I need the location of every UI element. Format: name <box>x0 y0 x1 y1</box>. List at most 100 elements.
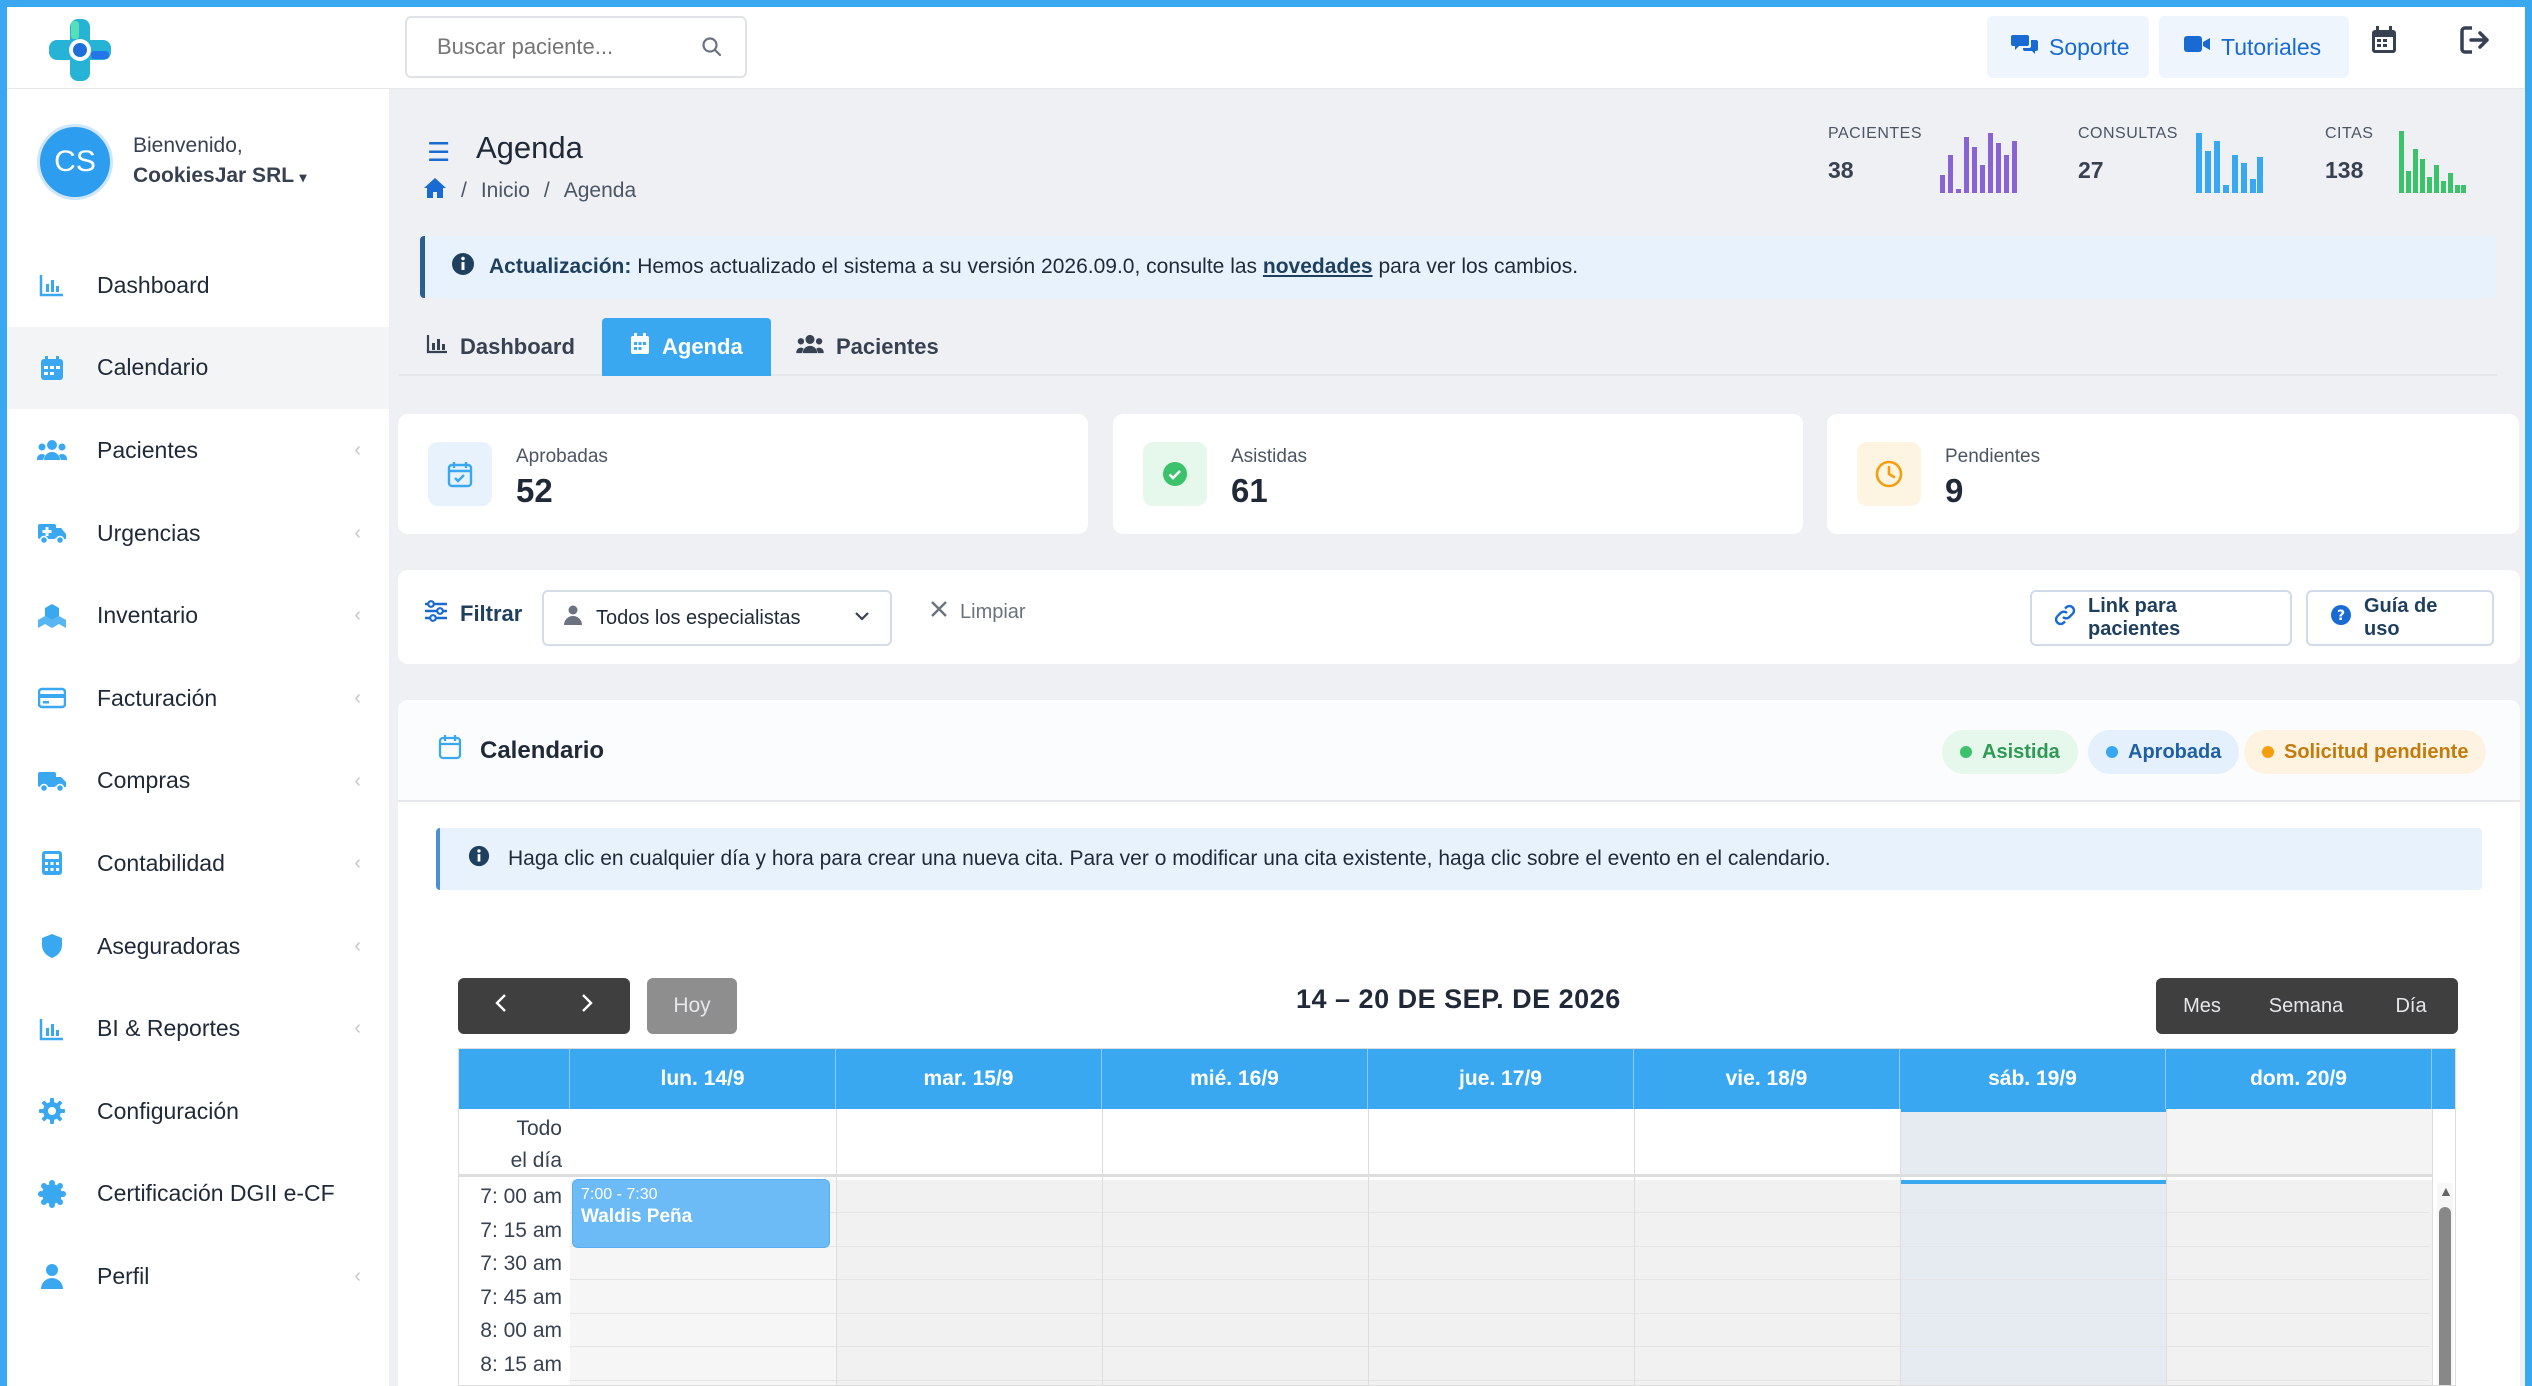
next-week-button[interactable] <box>544 978 630 1034</box>
time-grid-today[interactable] <box>1900 1180 2166 1385</box>
view-month-button[interactable]: Mes <box>2156 978 2248 1034</box>
view-day-button[interactable]: Día <box>2364 978 2458 1034</box>
calendar-event[interactable]: 7:00 - 7:30 Waldis Peña <box>573 1180 829 1247</box>
day-header[interactable]: mar. 15/9 <box>836 1049 1102 1109</box>
calendar-title: Calendario <box>438 734 604 767</box>
day-header[interactable]: jue. 17/9 <box>1368 1049 1634 1109</box>
time-labels: 7: 00 am 7: 15 am 7: 30 am 7: 45 am 8: 0… <box>459 1180 570 1381</box>
search-input[interactable] <box>407 18 677 76</box>
user-panel[interactable]: CS Bienvenido, CookiesJar SRL ▾ <box>37 124 377 204</box>
all-day-slot-weekend[interactable] <box>2166 1109 2432 1177</box>
chevron-down-icon <box>852 606 872 632</box>
novedades-link[interactable]: novedades <box>1263 255 1373 278</box>
breadcrumb-item-inicio[interactable]: Inicio <box>481 179 530 203</box>
sidebar-item-label: Perfil <box>97 1262 150 1289</box>
calendar-scrollbar-thumb[interactable] <box>2439 1207 2451 1385</box>
users-icon <box>37 435 67 465</box>
legend-label: Asistida <box>1982 740 2060 763</box>
close-icon <box>930 600 948 624</box>
sidebar-nav: Dashboard Calendario Pacientes ‹ Urgenci… <box>7 244 389 1318</box>
avatar[interactable]: CS <box>37 124 113 200</box>
day-header[interactable]: mié. 16/9 <box>1102 1049 1368 1109</box>
logout-icon[interactable] <box>2460 25 2492 62</box>
page-header: ☰ Agenda / Inicio / Agenda <box>398 125 1098 215</box>
calendar-nav-buttons <box>458 978 630 1034</box>
patient-link-button[interactable]: Link para pacientes <box>2030 590 2292 646</box>
sidebar-item-pacientes[interactable]: Pacientes ‹ <box>7 409 389 492</box>
usage-guide-button[interactable]: ? Guía de uso <box>2306 590 2494 646</box>
calendar-view-switcher: Mes Semana Día <box>2156 978 2458 1034</box>
scroll-up-arrow-icon[interactable]: ▲ <box>2439 1183 2453 1199</box>
calendar-icon <box>630 333 650 361</box>
patient-search[interactable] <box>405 16 747 78</box>
tutorials-button[interactable]: Tutoriales <box>2159 16 2349 78</box>
usage-guide-label: Guía de uso <box>2364 595 2438 640</box>
menu-toggle-icon[interactable]: ☰ <box>427 137 450 168</box>
legend-solicitud-pendiente: Solicitud pendiente <box>2244 730 2487 774</box>
comments-icon <box>2011 32 2039 62</box>
home-icon[interactable] <box>423 177 447 205</box>
sidebar-item-configuracion[interactable]: Configuración <box>7 1070 389 1153</box>
day-header[interactable]: dom. 20/9 <box>2166 1049 2432 1109</box>
all-day-label-line-2: el día <box>510 1149 562 1172</box>
tab-pacientes[interactable]: Pacientes <box>768 318 967 376</box>
clear-filter-button[interactable]: Limpiar <box>930 600 1026 624</box>
sidebar-item-facturacion[interactable]: Facturación ‹ <box>7 657 389 740</box>
chevron-left-icon: ‹ <box>354 686 361 709</box>
chevron-left-icon: ‹ <box>354 934 361 957</box>
sidebar-item-bi-reportes[interactable]: BI & Reportes ‹ <box>7 987 389 1070</box>
tutorials-label: Tutoriales <box>2221 33 2322 60</box>
calendar-card: Calendario Asistida Aprobada Solicitud p… <box>398 700 2520 1386</box>
truck-icon <box>37 766 67 796</box>
tab-agenda[interactable]: Agenda <box>602 318 771 376</box>
right-accent-stripe <box>2525 0 2532 1386</box>
sidebar-item-perfil[interactable]: Perfil ‹ <box>7 1235 389 1318</box>
sidebar-item-aseguradoras[interactable]: Aseguradoras ‹ <box>7 905 389 988</box>
search-icon[interactable] <box>701 36 723 65</box>
support-button[interactable]: Soporte <box>1987 16 2149 78</box>
info-icon <box>468 845 490 873</box>
sidebar-item-compras[interactable]: Compras ‹ <box>7 740 389 823</box>
all-day-slot-today[interactable] <box>1900 1109 2166 1177</box>
top-accent-stripe <box>0 0 2532 7</box>
app-logo[interactable] <box>45 15 115 85</box>
calendar-shortcut-icon[interactable] <box>2370 25 2398 62</box>
card-aprobadas: Aprobadas 52 <box>398 414 1088 534</box>
caret-down-icon: ▾ <box>299 169 307 185</box>
support-label: Soporte <box>2049 33 2130 60</box>
boxes-icon <box>37 601 67 631</box>
day-header[interactable]: lun. 14/9 <box>570 1049 836 1109</box>
user-menu-toggle[interactable]: CookiesJar SRL ▾ <box>133 164 307 188</box>
sidebar-item-certificacion[interactable]: Certificación DGII e-CF <box>7 1153 389 1236</box>
status-dot <box>2106 746 2118 758</box>
day-header[interactable]: sáb. 19/9 <box>1900 1049 2166 1109</box>
specialist-select[interactable]: Todos los especialistas <box>542 590 892 646</box>
check-circle-icon <box>1143 442 1207 506</box>
sidebar-item-label: Inventario <box>97 602 199 629</box>
day-header[interactable]: vie. 18/9 <box>1634 1049 1900 1109</box>
tab-dashboard[interactable]: Dashboard <box>398 318 603 376</box>
left-accent-stripe <box>0 0 7 1386</box>
chevron-left-icon: ‹ <box>354 1265 361 1288</box>
time-gutter-header <box>459 1049 570 1109</box>
sidebar-item-dashboard[interactable]: Dashboard <box>7 244 389 327</box>
stat-citas: CITAS 138 <box>2325 125 2525 205</box>
sidebar-item-label: Aseguradoras <box>97 932 241 959</box>
sidebar-item-label: Facturación <box>97 684 218 711</box>
chart-bar-icon <box>37 1014 67 1044</box>
svg-text:?: ? <box>2337 608 2345 624</box>
view-week-button[interactable]: Semana <box>2248 978 2364 1034</box>
calendar-card-header: Calendario Asistida Aprobada Solicitud p… <box>398 700 2520 802</box>
sidebar-item-contabilidad[interactable]: Contabilidad ‹ <box>7 822 389 905</box>
legend-asistida: Asistida <box>1942 730 2078 774</box>
sidebar-item-calendario[interactable]: Calendario <box>7 326 389 410</box>
sidebar: CS Bienvenido, CookiesJar SRL ▾ Dashboar… <box>7 89 389 1386</box>
sidebar-item-inventario[interactable]: Inventario ‹ <box>7 574 389 657</box>
card-label: Asistidas <box>1231 446 1308 467</box>
alert-text: Actualización: Hemos actualizado el sist… <box>489 255 1578 279</box>
sidebar-item-urgencias[interactable]: Urgencias ‹ <box>7 492 389 575</box>
today-button[interactable]: Hoy <box>647 978 737 1034</box>
alert-strong: Actualización: <box>489 255 632 278</box>
prev-week-button[interactable] <box>458 978 544 1034</box>
page-title: Agenda <box>476 130 583 165</box>
